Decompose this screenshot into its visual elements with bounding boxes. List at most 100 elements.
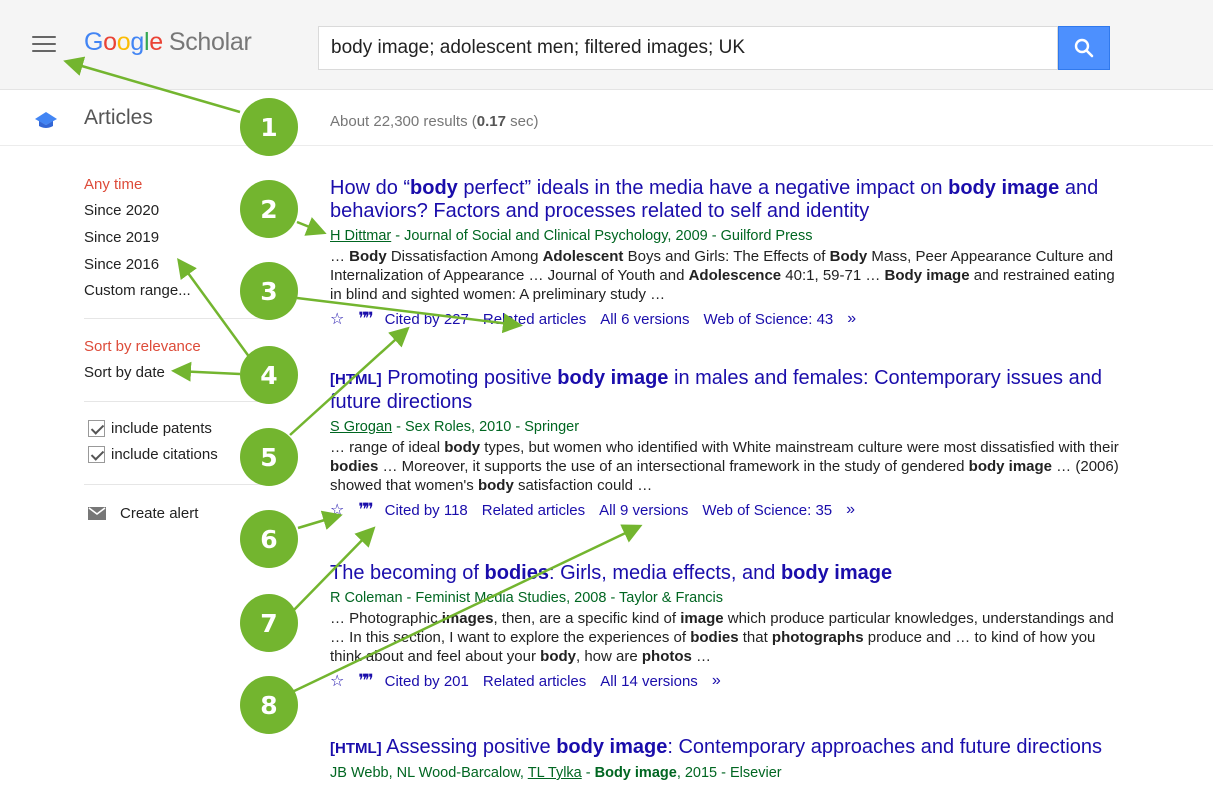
all-versions-link[interactable]: All 14 versions xyxy=(600,673,698,690)
author-link[interactable]: H Dittmar xyxy=(330,228,391,244)
publication-info: - Journal of Social and Clinical Psychol… xyxy=(391,228,813,244)
related-articles-link[interactable]: Related articles xyxy=(482,502,585,519)
result-title[interactable]: [HTML] Assessing positive body image: Co… xyxy=(330,736,1120,760)
divider xyxy=(0,145,1213,146)
divider xyxy=(84,318,274,319)
snippet-part: 40:1, 59-71 … xyxy=(781,267,885,284)
sort-by-date[interactable]: Sort by date xyxy=(84,364,165,381)
result-author-line: H Dittmar - Journal of Social and Clinic… xyxy=(330,227,1120,245)
cite-quote-icon[interactable]: ❞❞ xyxy=(358,500,373,520)
filter-since-2020[interactable]: Since 2020 xyxy=(84,202,159,219)
filter-custom-range[interactable]: Custom range... xyxy=(84,282,191,299)
snippet-part: images xyxy=(441,610,494,627)
result-author-line: R Coleman - Feminist Media Studies, 2008… xyxy=(330,590,723,606)
include-citations-checkbox[interactable]: include citations xyxy=(88,446,218,463)
title-part: : Girls, media effects, and xyxy=(548,562,781,584)
title-part: : Contemporary approaches and future dir… xyxy=(667,736,1103,758)
results-count-suffix: sec) xyxy=(505,113,539,130)
author-link[interactable]: S Grogan xyxy=(330,419,392,435)
all-versions-link[interactable]: All 6 versions xyxy=(600,311,689,328)
result-title[interactable]: How do “body perfect” ideals in the medi… xyxy=(330,177,1120,223)
search-input[interactable] xyxy=(319,27,1057,69)
html-tag[interactable]: [HTML] xyxy=(330,740,382,757)
results-count: About 22,300 results (0.17 sec) xyxy=(330,113,538,130)
checkbox-checked[interactable] xyxy=(88,446,105,463)
create-alert-label: Create alert xyxy=(120,505,199,522)
cite-quote-icon[interactable]: ❞❞ xyxy=(358,309,373,329)
snippet-part: … range of ideal xyxy=(330,439,445,456)
annotation-badge-3: 3 xyxy=(240,262,298,320)
journal-name: Body image xyxy=(594,765,677,781)
sort-by-relevance[interactable]: Sort by relevance xyxy=(84,338,201,355)
title-part: body xyxy=(948,177,996,199)
search-button[interactable] xyxy=(1058,26,1110,70)
checkbox-checked[interactable] xyxy=(88,420,105,437)
result-snippet: … Photographic images, then, are a speci… xyxy=(330,609,1120,666)
cited-by-link[interactable]: Cited by 118 xyxy=(385,502,468,519)
snippet-part: Adolescent xyxy=(542,248,624,265)
web-of-science-link[interactable]: Web of Science: 35 xyxy=(702,502,832,519)
cited-by-link[interactable]: Cited by 227 xyxy=(385,311,469,328)
author-separator: - xyxy=(581,765,595,781)
title-part: Assessing positive xyxy=(381,736,557,758)
snippet-part: Adolescence xyxy=(688,267,782,284)
envelope-icon xyxy=(88,507,106,520)
logo-letter: o xyxy=(103,28,117,56)
google-scholar-logo[interactable]: Google Scholar xyxy=(84,28,252,57)
snippet-part: image xyxy=(680,610,724,627)
snippet-part: … xyxy=(330,248,350,265)
result-snippet: … Body Dissatisfaction Among Adolescent … xyxy=(330,247,1120,304)
results-time: 0.17 xyxy=(476,113,506,130)
author-link[interactable]: TL Tylka xyxy=(528,765,582,781)
logo-letter: e xyxy=(149,28,163,56)
title-part: The becoming of xyxy=(330,562,485,584)
title-part: body xyxy=(410,177,458,199)
checkbox-label: include patents xyxy=(111,420,212,437)
include-patents-checkbox[interactable]: include patents xyxy=(88,420,212,437)
filter-since-2019[interactable]: Since 2019 xyxy=(84,229,159,246)
related-articles-link[interactable]: Related articles xyxy=(483,673,586,690)
snippet-part: body xyxy=(540,648,576,665)
create-alert-button[interactable]: Create alert xyxy=(88,505,198,522)
related-articles-link[interactable]: Related articles xyxy=(483,311,586,328)
star-icon[interactable]: ☆ xyxy=(330,309,344,329)
annotation-badge-2: 2 xyxy=(240,180,298,238)
snippet-part: … Photographic xyxy=(330,610,442,627)
annotation-badge-8: 8 xyxy=(240,676,298,734)
graduation-cap-icon xyxy=(35,112,57,128)
menu-icon[interactable] xyxy=(32,36,56,54)
result-actions: ☆ ❞❞ Cited by 201 Related articles All 1… xyxy=(330,671,1120,691)
result-title[interactable]: [HTML] Promoting positive body image in … xyxy=(330,367,1120,414)
star-icon[interactable]: ☆ xyxy=(330,671,344,691)
publication-info: - Sex Roles, 2010 - Springer xyxy=(392,419,580,435)
arrow-2 xyxy=(296,217,327,236)
snippet-part: Body xyxy=(829,248,868,265)
cited-by-link[interactable]: Cited by 201 xyxy=(385,673,469,690)
more-options-icon[interactable]: » xyxy=(712,672,721,690)
more-options-icon[interactable]: » xyxy=(846,501,855,519)
snippet-part: body xyxy=(477,477,514,494)
all-versions-link[interactable]: All 9 versions xyxy=(599,502,688,519)
snippet-part: , then, are a specific kind of xyxy=(493,610,681,627)
html-tag[interactable]: [HTML] xyxy=(330,371,382,388)
title-part: How do “ xyxy=(330,177,411,199)
snippet-part: body xyxy=(444,439,481,456)
filter-any-time[interactable]: Any time xyxy=(84,176,142,193)
logo-letter: o xyxy=(116,28,131,56)
annotation-badge-6: 6 xyxy=(240,510,298,568)
web-of-science-link[interactable]: Web of Science: 43 xyxy=(703,311,833,328)
cite-quote-icon[interactable]: ❞❞ xyxy=(358,671,373,691)
snippet-part: photographs xyxy=(771,629,864,646)
author-names: JB Webb, NL Wood-Barcalow, xyxy=(330,765,528,781)
result-snippet: … range of ideal body types, but women w… xyxy=(330,438,1120,495)
star-icon[interactable]: ☆ xyxy=(330,500,344,520)
snippet-part: body image xyxy=(968,458,1053,475)
filter-since-2016[interactable]: Since 2016 xyxy=(84,256,159,273)
result-item: [HTML] Promoting positive body image in … xyxy=(330,367,1120,520)
snippet-part: Body xyxy=(349,248,387,265)
header-bar: Google Scholar xyxy=(0,0,1213,90)
snippet-part: bodies xyxy=(330,458,379,475)
result-title[interactable]: The becoming of bodies: Girls, media eff… xyxy=(330,562,1120,585)
result-actions: ☆ ❞❞ Cited by 118 Related articles All 9… xyxy=(330,500,1120,520)
more-options-icon[interactable]: » xyxy=(847,310,856,328)
